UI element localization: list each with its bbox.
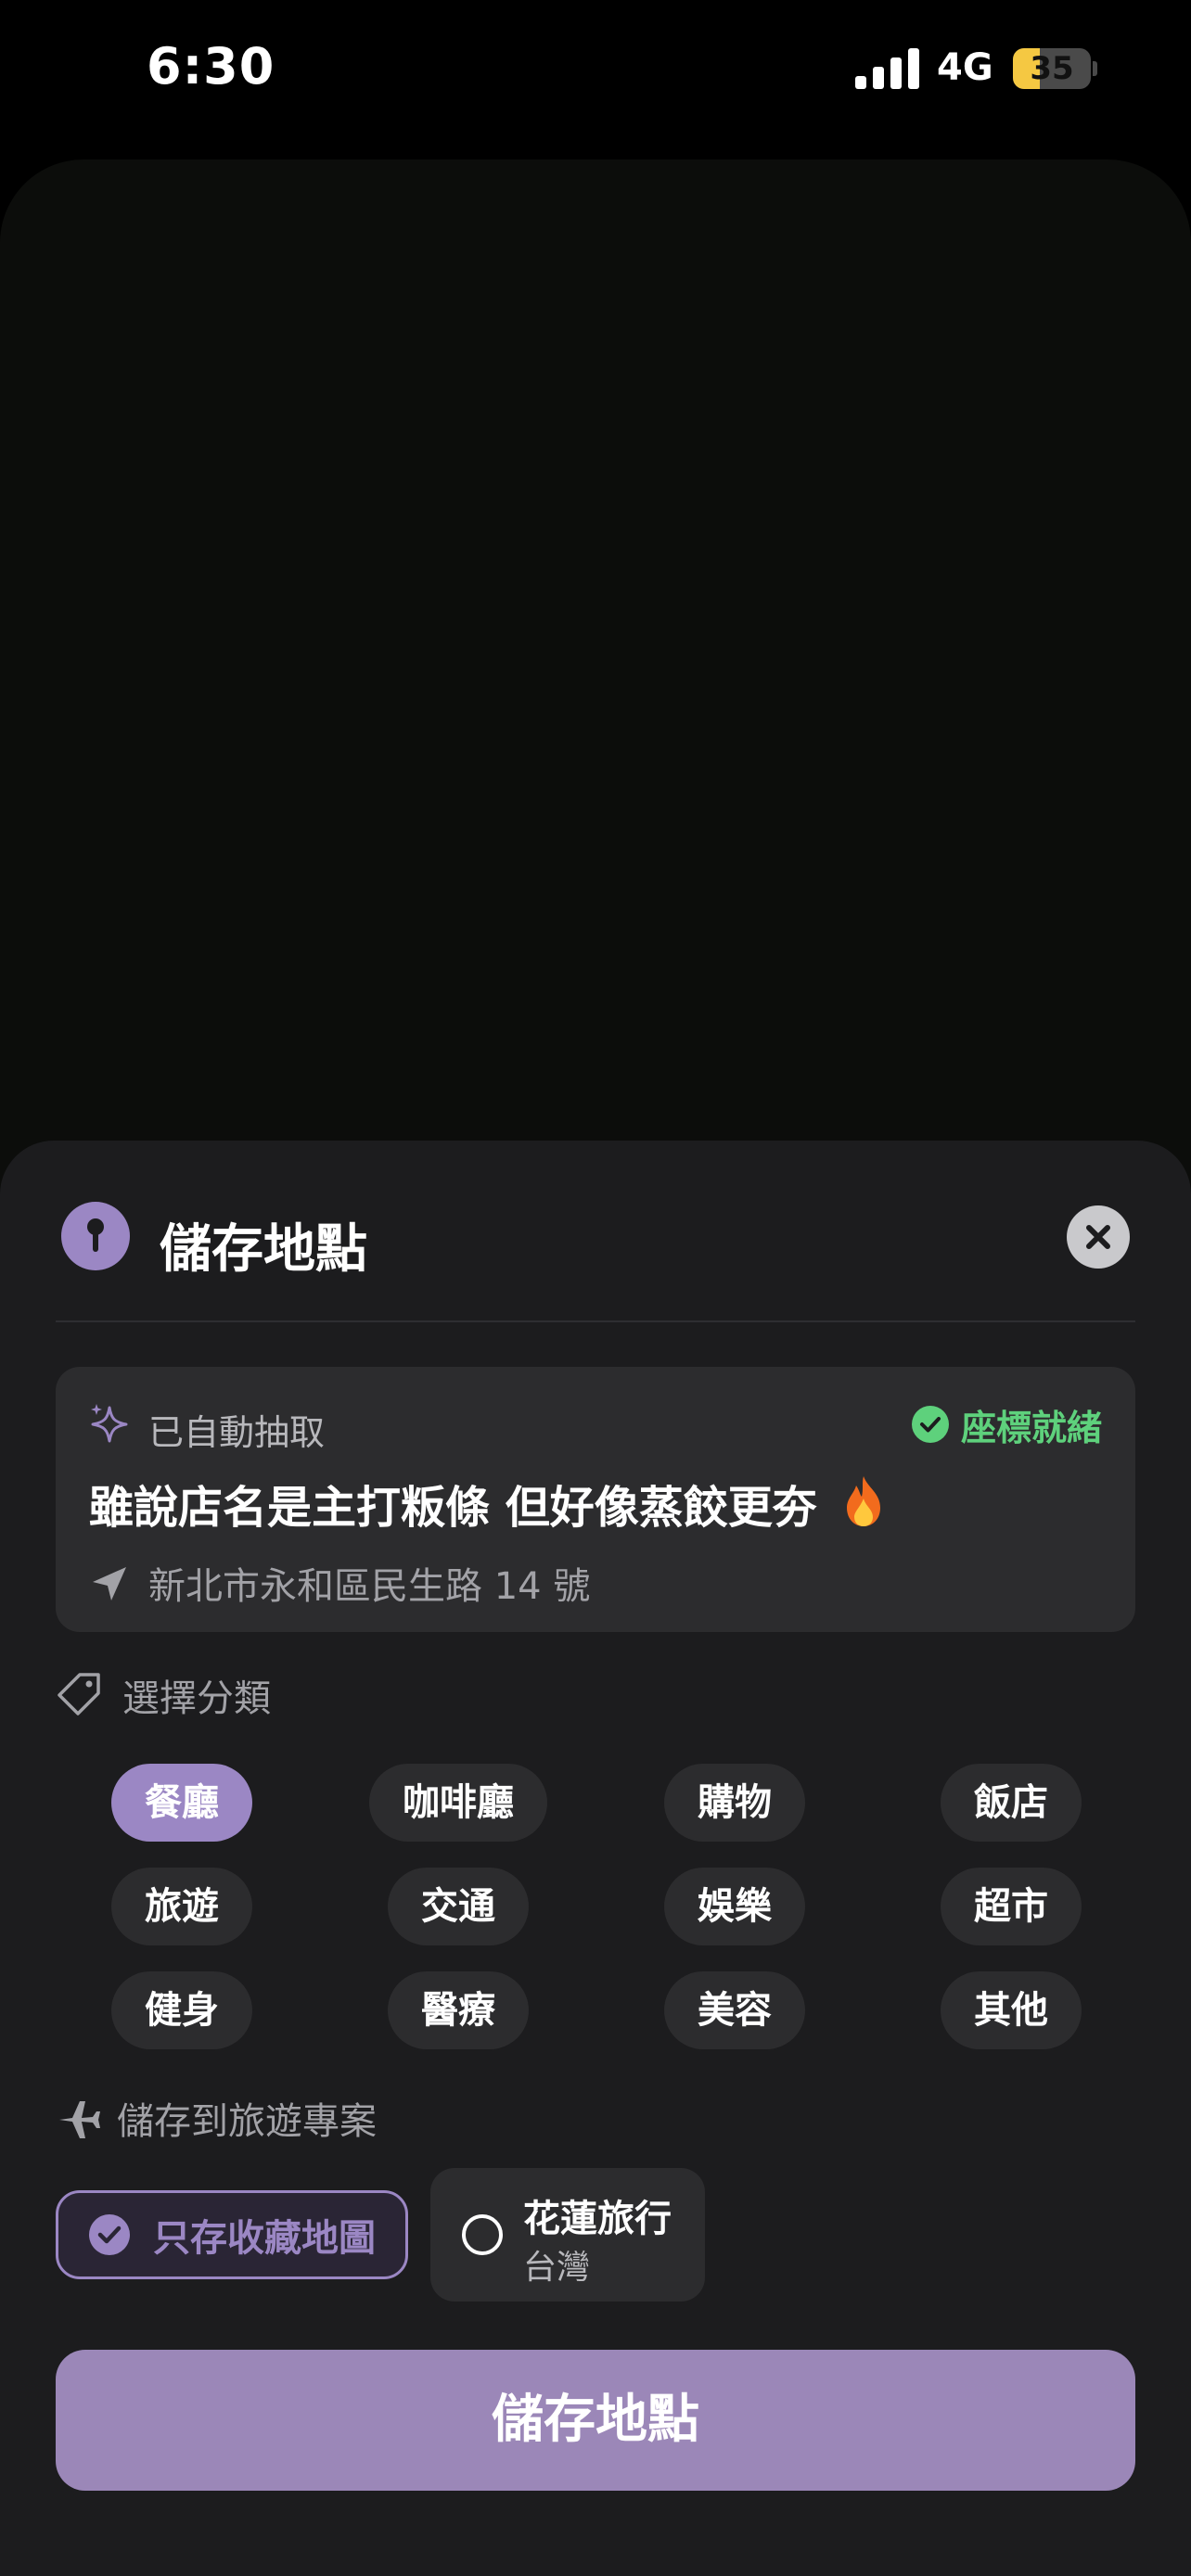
category-chip-travel[interactable]: 旅遊 bbox=[111, 1868, 252, 1945]
save-place-sheet: 儲存地點 已自動抽取 座標就緒 雖說店名是主打粄條 但好像蒸餃更夯 新北市永和區… bbox=[0, 1141, 1191, 2576]
sheet-header: 儲存地點 bbox=[56, 1198, 1135, 1282]
category-chip-fitness[interactable]: 健身 bbox=[111, 1971, 252, 2049]
category-label: 選擇分類 bbox=[122, 1677, 271, 1720]
pin-icon bbox=[61, 1202, 130, 1270]
coordinates-ready-label: 座標就緒 bbox=[960, 1407, 1102, 1448]
favorites-only-option[interactable]: 只存收藏地圖 bbox=[56, 2190, 408, 2279]
navigation-arrow-icon bbox=[93, 1567, 126, 1600]
category-chip-shopping[interactable]: 購物 bbox=[664, 1764, 805, 1842]
coordinates-ready-badge: 座標就緒 bbox=[911, 1402, 1102, 1448]
header-divider bbox=[56, 1320, 1135, 1322]
trip-project-name: 花蓮旅行 bbox=[523, 2198, 672, 2240]
sparkle-icon bbox=[91, 1404, 128, 1443]
radio-empty-icon bbox=[462, 2214, 503, 2255]
place-name: 雖說店名是主打粄條 但好像蒸餃更夯 bbox=[89, 1471, 888, 1536]
extracted-info-card: 已自動抽取 座標就緒 雖說店名是主打粄條 但好像蒸餃更夯 新北市永和區民生路 1… bbox=[56, 1367, 1135, 1632]
network-label: 4G bbox=[937, 46, 993, 89]
address-text: 新北市永和區民生路 14 號 bbox=[148, 1565, 591, 1608]
trip-project-option[interactable]: 花蓮旅行 台灣 bbox=[430, 2168, 705, 2302]
category-chip-transport[interactable]: 交通 bbox=[388, 1868, 529, 1945]
category-chip-supermarket[interactable]: 超市 bbox=[941, 1868, 1082, 1945]
check-circle-icon bbox=[911, 1406, 949, 1443]
close-icon bbox=[1086, 1225, 1110, 1249]
save-place-button[interactable]: 儲存地點 bbox=[56, 2350, 1135, 2491]
category-chip-restaurant[interactable]: 餐廳 bbox=[111, 1764, 252, 1842]
signal-icon bbox=[855, 48, 920, 89]
category-chip-medical[interactable]: 醫療 bbox=[388, 1971, 529, 2049]
category-grid: 餐廳 咖啡廳 購物 飯店 旅遊 交通 娛樂 超市 健身 醫療 美容 其他 bbox=[56, 1764, 1135, 2070]
category-chip-cafe[interactable]: 咖啡廳 bbox=[369, 1764, 547, 1842]
category-section-header: 選擇分類 bbox=[56, 1667, 271, 1723]
check-circle-icon bbox=[89, 2214, 130, 2255]
favorites-only-label: 只存收藏地圖 bbox=[153, 2217, 376, 2260]
category-chip-hotel[interactable]: 飯店 bbox=[941, 1764, 1082, 1842]
category-chip-entertainment[interactable]: 娛樂 bbox=[664, 1868, 805, 1945]
place-name-text: 雖說店名是主打粄條 但好像蒸餃更夯 bbox=[89, 1482, 817, 1534]
battery-level: 35 bbox=[1030, 50, 1074, 87]
status-time: 6:30 bbox=[147, 37, 275, 96]
trip-project-region: 台灣 bbox=[523, 2249, 591, 2287]
sheet-title: 儲存地點 bbox=[160, 1219, 367, 1280]
close-button[interactable] bbox=[1067, 1205, 1130, 1269]
fire-icon bbox=[847, 1476, 881, 1526]
category-chip-beauty[interactable]: 美容 bbox=[664, 1971, 805, 2049]
auto-extract-label: 已自動抽取 bbox=[148, 1412, 326, 1453]
category-chip-other[interactable]: 其他 bbox=[941, 1971, 1082, 2049]
tag-icon bbox=[58, 1673, 100, 1715]
trip-label: 儲存到旅遊專案 bbox=[117, 2100, 377, 2143]
status-bar: 6:30 4G 35 bbox=[0, 0, 1191, 139]
airplane-icon bbox=[59, 2101, 100, 2138]
trip-options: 只存收藏地圖 花蓮旅行 台灣 bbox=[56, 2168, 1135, 2307]
battery-icon: 35 bbox=[1013, 48, 1097, 89]
trip-section-header: 儲存到旅遊專案 bbox=[56, 2090, 377, 2146]
